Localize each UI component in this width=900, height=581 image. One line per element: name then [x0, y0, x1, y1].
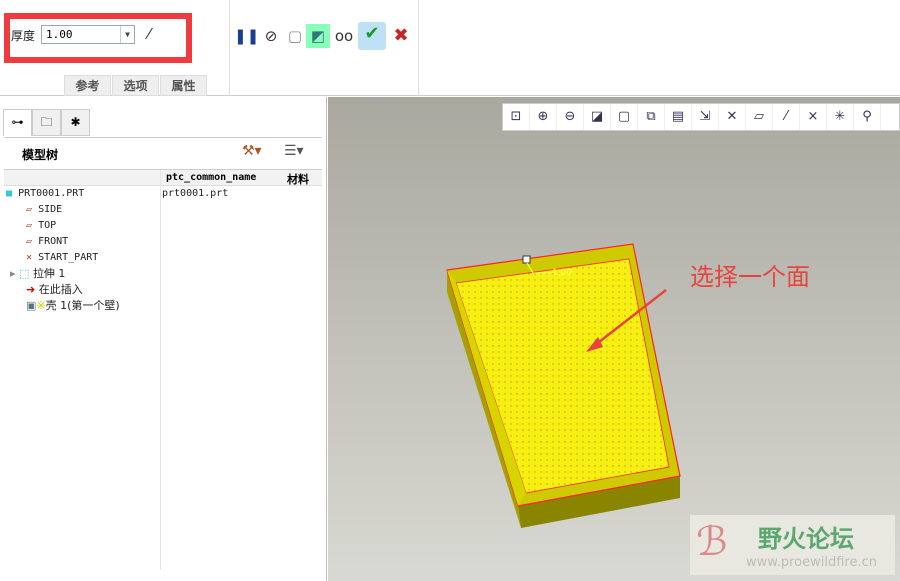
common-name-cell: prt0001.prt: [162, 188, 229, 199]
watermark-url: www.proewildfire.cn: [746, 555, 877, 570]
thickness-label: 厚度: [11, 29, 36, 43]
glasses-icon[interactable]: oo: [332, 24, 356, 48]
tab-options[interactable]: 选项: [112, 75, 159, 96]
tree-item-part[interactable]: ■ PRT0001.PRT: [6, 186, 84, 202]
chevron-down-icon[interactable]: ▼: [120, 26, 134, 43]
tree-item-top[interactable]: ▱ TOP: [26, 218, 56, 234]
tree-columns: ptc_common_name 材料: [4, 169, 322, 570]
model-tree-tab-icon[interactable]: ⊶: [3, 109, 32, 136]
folder-browser-tab-icon[interactable]: 🗀: [32, 109, 61, 136]
show-list-icon[interactable]: ☰▾: [284, 143, 304, 159]
thickness-input[interactable]: 1.00 ▼: [41, 25, 135, 44]
thickness-dimension[interactable]: 1.00: [552, 268, 572, 278]
favorites-tab-icon[interactable]: ✱: [61, 109, 90, 136]
column-header-name[interactable]: ptc_common_name: [166, 172, 256, 183]
item-label: PRT0001.PRT: [18, 188, 85, 199]
coordinate-system-icon: ✕: [26, 252, 33, 263]
preview-shaded-icon[interactable]: ◩: [306, 24, 330, 48]
part-icon: ■: [6, 188, 13, 199]
column-header-material[interactable]: 材料: [287, 171, 309, 187]
shell-icon: ▣: [26, 299, 37, 312]
item-label: 拉伸 1: [32, 267, 66, 280]
tree-item-side[interactable]: ▱ SIDE: [26, 202, 62, 218]
tree-item-start-part[interactable]: ✕ START_PART: [26, 250, 98, 266]
thickness-value: 1.00: [46, 28, 73, 41]
datum-plane-icon: ▱: [26, 204, 33, 215]
watermark: ℬ 野火论坛 www.proewildfire.cn: [690, 515, 895, 575]
watermark-title: 野火论坛: [758, 525, 854, 553]
flip-direction-icon[interactable]: ⁄: [137, 22, 161, 46]
item-label: 在此插入: [38, 283, 83, 296]
datum-plane-icon: ▱: [26, 220, 33, 231]
annotation-text: 选择一个面: [690, 263, 810, 291]
no-preview-icon[interactable]: ⊘: [259, 24, 283, 48]
preview-wireframe-icon[interactable]: ▢: [283, 24, 307, 48]
dashboard-ribbon: 厚度 1.00 ▼ ⁄ 参考 选项 属性 ❚❚ ⊘ ▢ ◩ oo ✔ ✖: [0, 0, 900, 96]
item-label: FRONT: [38, 236, 69, 247]
tab-references[interactable]: 参考: [64, 75, 111, 96]
item-label: TOP: [38, 220, 57, 231]
accept-button[interactable]: ✔: [358, 22, 386, 50]
datum-plane-icon: ▱: [26, 236, 33, 247]
item-label: SIDE: [38, 204, 63, 215]
drag-handle[interactable]: [522, 255, 531, 264]
new-feature-icon: ※: [36, 299, 46, 312]
cancel-button[interactable]: ✖: [389, 24, 413, 48]
expand-icon[interactable]: ▸: [10, 267, 16, 280]
pause-icon[interactable]: ❚❚: [234, 24, 259, 48]
settings-tools-icon[interactable]: ⚒▾: [242, 143, 262, 159]
tab-properties[interactable]: 属性: [160, 75, 207, 96]
model-graphics: [446, 243, 681, 528]
model-tree-panel: ⊶ 🗀 ✱ 模型树 ⚒▾ ☰▾ ptc_common_name 材料 ■ PRT…: [0, 97, 327, 581]
butterfly-logo-icon: ℬ: [696, 519, 728, 565]
tree-item-insert-here[interactable]: ➜ 在此插入: [26, 282, 83, 298]
tree-item-extrude[interactable]: ▸ ⬚ 拉伸 1: [10, 266, 65, 282]
tree-item-shell[interactable]: ▣※壳 1(第一个壁): [26, 298, 120, 314]
graphics-viewport[interactable]: ⊡ ⊕ ⊖ ◪ ▢ ⧉ ▤ ⇲ ✕ ▱ ⁄ × ✳ ⚲ 1.00 选择一个面 ℬ 野火论坛 www.pro…: [328, 97, 900, 581]
item-label: 壳 1(第一个壁): [45, 299, 120, 312]
model-tree-title: 模型树: [22, 148, 59, 162]
extrude-icon: ⬚: [19, 267, 30, 280]
insert-arrow-icon: ➜: [26, 283, 36, 296]
item-label: START_PART: [38, 252, 99, 263]
tree-item-front[interactable]: ▱ FRONT: [26, 234, 68, 250]
